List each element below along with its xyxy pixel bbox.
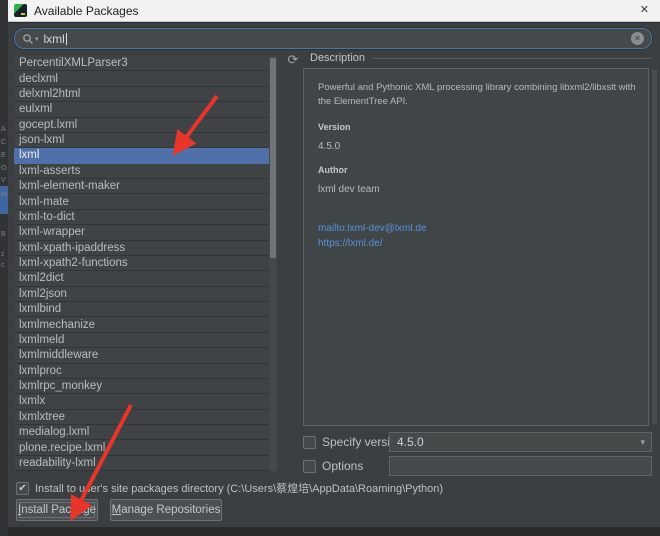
ide-edge-glyph: C xyxy=(1,139,6,146)
list-item[interactable]: json-lxml xyxy=(14,133,277,148)
list-item[interactable]: lxmlx xyxy=(14,394,277,409)
list-item[interactable]: lxml xyxy=(14,148,277,163)
ide-edge-glyph: E xyxy=(1,152,6,159)
options-checkbox[interactable] xyxy=(303,460,316,473)
list-item[interactable]: lxml-xpath-ipaddress xyxy=(14,241,277,256)
install-location-checkbox[interactable]: ✔ xyxy=(16,482,29,495)
list-scrollbar[interactable] xyxy=(269,56,277,471)
list-item[interactable]: lxml2json xyxy=(14,287,277,302)
screenshot-stage: ACEOV Pr Bzc Available Packages ✕ ▾ lxml ✕ xyxy=(0,0,660,536)
chevron-down-icon: ▾ xyxy=(640,437,645,448)
install-package-button[interactable]: Install Package xyxy=(16,499,98,521)
mailto-link[interactable]: mailto:lxml-dev@lxml.de xyxy=(318,221,634,236)
list-item[interactable]: readability-lxml xyxy=(14,456,277,471)
list-item[interactable]: lxml-asserts xyxy=(14,164,277,179)
dialog-content: ▾ lxml ✕ PercentilXMLParser3declxmldelxm… xyxy=(8,22,660,527)
ide-edge-glyph: A xyxy=(1,126,6,133)
search-input[interactable]: ▾ lxml ✕ xyxy=(14,28,652,49)
ide-edge-strip: ACEOV Pr Bzc xyxy=(0,0,8,536)
manage-repositories-button[interactable]: Manage Repositories xyxy=(110,499,222,521)
list-item[interactable]: medialog.lxml xyxy=(14,425,277,440)
author-label: Author xyxy=(318,165,634,175)
ide-edge-glyph: z xyxy=(1,251,5,258)
version-select-value: 4.5.0 xyxy=(397,435,424,449)
ide-edge-glyph: Pr xyxy=(1,192,8,199)
install-location-row: ✔ Install to user's site packages direct… xyxy=(16,480,443,496)
list-item[interactable]: lxmlxtree xyxy=(14,410,277,425)
search-history-chevron-icon[interactable]: ▾ xyxy=(35,35,39,43)
package-list: PercentilXMLParser3declxmldelxml2htmleul… xyxy=(14,56,277,471)
description-panel: Powerful and Pythonic XML processing lib… xyxy=(303,68,649,426)
list-scrollbar-thumb[interactable] xyxy=(270,58,276,258)
list-item[interactable]: delxml2html xyxy=(14,87,277,102)
specify-version-checkbox[interactable] xyxy=(303,436,316,449)
install-location-label: Install to user's site packages director… xyxy=(35,480,443,496)
list-item[interactable]: lxml2dict xyxy=(14,271,277,286)
list-item[interactable]: declxml xyxy=(14,71,277,86)
package-summary: Powerful and Pythonic XML processing lib… xyxy=(318,81,640,109)
version-value: 4.5.0 xyxy=(318,141,634,152)
list-item[interactable]: lxmlmiddleware xyxy=(14,348,277,363)
dialog-title: Available Packages xyxy=(34,4,139,18)
list-item[interactable]: lxml-to-dict xyxy=(14,210,277,225)
list-item[interactable]: lxmlmeld xyxy=(14,333,277,348)
section-divider xyxy=(373,58,651,59)
description-section-label: Description xyxy=(310,52,365,64)
options-label: Options xyxy=(322,459,363,473)
list-item[interactable]: gocept.lxml xyxy=(14,118,277,133)
clear-search-icon[interactable]: ✕ xyxy=(631,32,644,45)
list-item[interactable]: plone.recipe.lxml xyxy=(14,440,277,455)
ide-edge-glyph: V xyxy=(1,177,6,184)
pycharm-icon xyxy=(14,4,27,17)
list-item[interactable]: lxmlmechanize xyxy=(14,317,277,332)
search-icon xyxy=(22,33,34,45)
list-item[interactable]: lxml-mate xyxy=(14,194,277,209)
text-caret xyxy=(66,33,67,45)
list-item[interactable]: lxmlrpc_monkey xyxy=(14,379,277,394)
description-scrollbar[interactable] xyxy=(652,70,657,424)
options-input[interactable] xyxy=(389,456,652,476)
ide-edge-glyph: B xyxy=(1,231,6,238)
options-row: Options xyxy=(303,459,363,473)
list-item[interactable]: lxml-wrapper xyxy=(14,225,277,240)
list-item[interactable]: lxmlbind xyxy=(14,302,277,317)
list-item[interactable]: PercentilXMLParser3 xyxy=(14,56,277,71)
reload-packages-icon[interactable]: ⟳ xyxy=(285,53,301,69)
ide-toolwindow-accent xyxy=(0,186,8,214)
list-item[interactable]: lxml-xpath2-functions xyxy=(14,256,277,271)
list-item[interactable]: lxmlproc xyxy=(14,364,277,379)
list-item[interactable]: eulxml xyxy=(14,102,277,117)
version-select[interactable]: 4.5.0 ▾ xyxy=(389,432,652,452)
close-icon[interactable]: ✕ xyxy=(640,3,649,16)
ide-edge-glyph: c xyxy=(1,262,5,269)
version-label: Version xyxy=(318,122,634,132)
homepage-link[interactable]: https://lxml.de/ xyxy=(318,236,634,251)
ide-edge-glyph: O xyxy=(1,165,6,172)
available-packages-dialog: Available Packages ✕ ▾ lxml ✕ PercentilX… xyxy=(8,0,660,527)
list-item[interactable]: lxml-element-maker xyxy=(14,179,277,194)
dialog-titlebar: Available Packages ✕ xyxy=(8,0,660,22)
search-value: lxml xyxy=(44,32,65,46)
author-value: lxml dev team xyxy=(318,184,634,195)
